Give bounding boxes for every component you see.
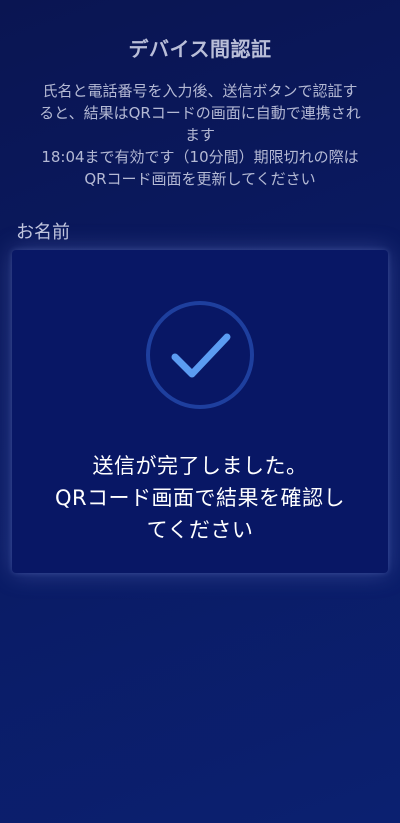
check-circle-icon (145, 300, 255, 410)
instructions-text: 氏名と電話番号を入力後、送信ボタンで認証す ると、結果はQRコードの画面に自動で… (18, 80, 382, 190)
success-message-line: てください (146, 518, 254, 542)
success-message: 送信が完了しました。 QRコード画面で結果を確認し てください (32, 450, 368, 546)
instructions-line: ると、結果はQRコードの画面に自動で連携され (39, 104, 361, 122)
success-modal: 送信が完了しました。 QRコード画面で結果を確認し てください (12, 250, 388, 573)
instructions-line: 氏名と電話番号を入力後、送信ボタンで認証す (42, 82, 358, 100)
name-field-label: お名前 (16, 222, 70, 243)
page-title: デバイス間認証 (128, 37, 272, 61)
instructions-line: ます (184, 126, 215, 144)
instructions-line: QRコード画面を更新してください (84, 170, 316, 188)
success-message-line: QRコード画面で結果を確認し (54, 486, 346, 510)
success-message-line: 送信が完了しました。 (92, 454, 308, 478)
instructions-line: 18:04まで有効です（10分間）期限切れの際は (41, 148, 359, 166)
